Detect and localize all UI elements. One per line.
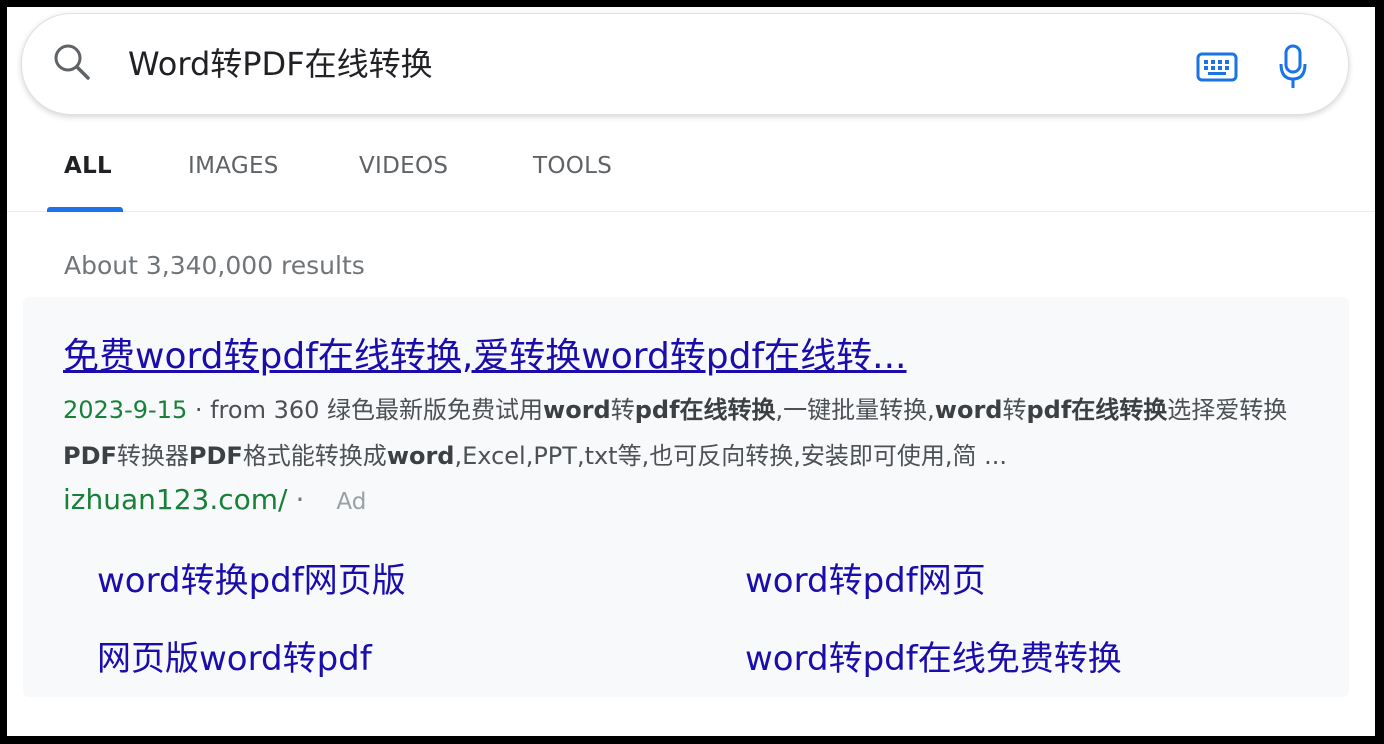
- snippet-part: ,Excel,PPT,txt等,也可反向转换,安装即可使用,简 ...: [454, 442, 1008, 470]
- snippet-part: from 360 绿色最新版免费试用: [210, 396, 544, 424]
- ad-result-card: 免费word转pdf在线转换,爱转换word转pdf在线转... 2023-9-…: [23, 297, 1349, 697]
- tab-tools[interactable]: TOOLS: [533, 153, 612, 179]
- search-bar[interactable]: Word转PDF在线转换: [21, 13, 1349, 115]
- ad-badge: Ad: [336, 489, 367, 515]
- sitelink-3[interactable]: 网页版word转pdf: [97, 631, 372, 680]
- snippet-part: word: [543, 396, 611, 424]
- ad-url-link[interactable]: izhuan123.com/: [63, 483, 287, 516]
- tab-images[interactable]: IMAGES: [188, 153, 279, 179]
- snippet-separator: ·: [187, 396, 211, 424]
- snippet-part: pdf在线转换: [634, 396, 776, 424]
- snippet-part: PDF: [188, 442, 243, 470]
- ad-url-row: izhuan123.com/· Ad: [63, 483, 366, 516]
- search-results-page: Word转PDF在线转换 ALL IMAGES VIDEOS TOOLS Abo…: [7, 7, 1375, 736]
- ad-date: 2023-9-15: [63, 396, 188, 424]
- tab-all[interactable]: ALL: [64, 153, 112, 179]
- search-icon[interactable]: [52, 42, 92, 82]
- search-tabs: ALL IMAGES VIDEOS TOOLS: [7, 127, 1375, 212]
- snippet-part: 格式能转换成: [242, 442, 387, 470]
- keyboard-icon[interactable]: [1196, 52, 1238, 82]
- sitelink-1[interactable]: word转换pdf网页版: [97, 553, 406, 602]
- snippet-part: 转: [610, 396, 635, 424]
- sitelink-2[interactable]: word转pdf网页: [745, 553, 986, 602]
- snippet-part: pdf在线转换: [1026, 396, 1168, 424]
- snippet-part: word: [386, 442, 455, 470]
- ad-title-link[interactable]: 免费word转pdf在线转换,爱转换word转pdf在线转...: [63, 327, 907, 379]
- sitelink-4[interactable]: word转pdf在线免费转换: [745, 631, 1122, 680]
- ad-url-menu-dot[interactable]: ·: [295, 483, 304, 516]
- tab-videos[interactable]: VIDEOS: [359, 153, 448, 179]
- snippet-part: word: [934, 396, 1003, 424]
- snippet-part: PDF: [63, 442, 117, 470]
- snippet-part: ,一键批量转换,: [775, 396, 935, 424]
- snippet-text: from 360 绿色最新版免费试用word转pdf在线转换,一键批量转换,wo…: [63, 396, 1287, 470]
- result-count: About 3,340,000 results: [64, 251, 365, 280]
- ad-snippet: 2023-9-15 · from 360 绿色最新版免费试用word转pdf在线…: [63, 387, 1313, 479]
- microphone-icon[interactable]: [1278, 44, 1308, 90]
- search-input[interactable]: Word转PDF在线转换: [128, 42, 433, 86]
- snippet-part: 选择爱转换: [1167, 396, 1288, 424]
- snippet-part: 转: [1002, 396, 1027, 424]
- active-tab-indicator: [47, 207, 123, 212]
- snippet-part: 转换器: [116, 442, 189, 470]
